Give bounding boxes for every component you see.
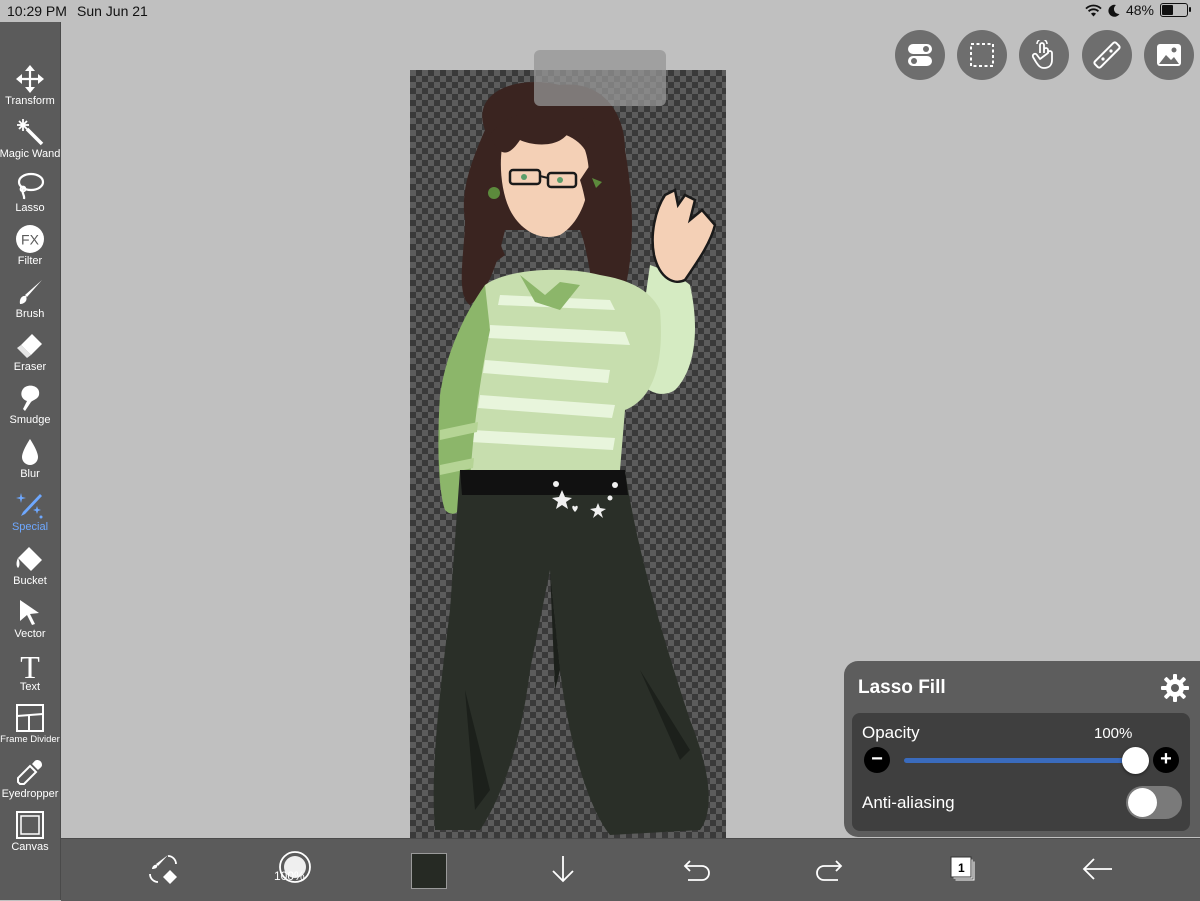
arrow-left-icon <box>1082 858 1112 880</box>
character-artwork <box>433 82 717 835</box>
tool-blur[interactable]: Blur <box>0 437 60 489</box>
canvas-icon <box>16 811 44 839</box>
panel-title: Lasso Fill <box>858 677 946 698</box>
tool-special[interactable]: Special <box>0 490 60 542</box>
frame-divider-icon <box>16 704 44 732</box>
brush-size-value: 100% <box>274 869 305 883</box>
magic-wand-icon <box>17 119 44 146</box>
battery-icon <box>1160 3 1191 17</box>
bucket-icon <box>16 547 42 571</box>
tool-brush[interactable]: Brush <box>0 277 60 329</box>
tool-transform[interactable]: Transform <box>0 64 60 116</box>
image-button[interactable] <box>1144 30 1194 80</box>
brush-icon <box>19 280 42 304</box>
status-indicators: 48% <box>1085 2 1191 18</box>
svg-text:T: T <box>20 650 40 680</box>
bottom-toolbar: 100% 1 <box>61 838 1200 901</box>
tool-lasso[interactable]: Lasso <box>0 171 60 223</box>
image-icon <box>1157 44 1181 66</box>
brush-eraser-swap-button[interactable] <box>143 849 183 889</box>
eraser-icon <box>17 334 42 358</box>
text-icon: T <box>20 650 40 680</box>
tool-vector[interactable]: Vector <box>0 597 60 649</box>
tool-eraser[interactable]: Eraser <box>0 330 60 382</box>
tool-label: Smudge <box>9 414 51 426</box>
ruler-button[interactable] <box>1082 30 1132 80</box>
brush-eraser-swap-icon <box>149 855 177 884</box>
opacity-value: 100% <box>1094 725 1133 742</box>
status-date: Sun Jun 21 <box>77 3 148 19</box>
tool-eyedropper[interactable]: Eyedropper <box>0 757 60 809</box>
smudge-icon <box>21 385 40 411</box>
redo-icon <box>816 860 843 881</box>
tool-canvas[interactable]: Canvas <box>0 810 60 862</box>
ruler-icon <box>1093 41 1121 69</box>
lasso-fill-panel: Lasso Fill Opacity 100% − + Anti-aliasin… <box>844 661 1200 837</box>
tool-label: Eyedropper <box>1 788 59 800</box>
tool-label: Filter <box>17 255 43 267</box>
canvas-move-handle[interactable] <box>534 50 666 106</box>
opacity-increase-button[interactable]: + <box>1153 747 1179 773</box>
arrow-down-icon <box>552 856 574 883</box>
layers-button[interactable]: 1 <box>943 849 983 889</box>
tool-smudge[interactable]: Smudge <box>0 383 60 435</box>
back-button[interactable] <box>1077 849 1117 889</box>
tool-label: Vector <box>14 628 46 640</box>
eyedropper-icon <box>17 760 42 785</box>
opacity-decrease-button[interactable]: − <box>864 747 890 773</box>
tool-filter[interactable]: FX Filter <box>0 224 60 276</box>
tool-label: Lasso <box>15 202 45 214</box>
tool-magic-wand[interactable]: Magic Wand <box>0 117 60 169</box>
tool-label: Canvas <box>11 841 49 853</box>
hand-icon <box>1031 40 1053 69</box>
tool-bucket[interactable]: Bucket <box>0 544 60 596</box>
opacity-label: Opacity <box>862 723 920 742</box>
layers-count: 1 <box>958 861 965 875</box>
vector-icon <box>20 600 39 625</box>
tool-sidebar: Transform Magic Wand Lasso FX Filter Bru… <box>0 22 61 900</box>
tool-label: Brush <box>15 308 45 320</box>
battery-percent: 48% <box>1125 2 1154 18</box>
panel-settings: Opacity 100% − + Anti-aliasing <box>852 713 1190 831</box>
transform-icon <box>16 65 44 93</box>
tool-label: Frame Divider <box>0 734 60 745</box>
filter-icon: FX <box>16 225 44 253</box>
tool-label: Transform <box>5 95 55 107</box>
tool-label: Eraser <box>13 361 47 373</box>
status-time: 10:29 PM <box>7 3 67 19</box>
status-bar: 10:29 PM Sun Jun 21 48% <box>0 0 1200 22</box>
tool-label: Bucket <box>13 575 47 587</box>
gear-icon[interactable] <box>1160 673 1190 703</box>
opacity-slider-thumb[interactable] <box>1122 747 1149 774</box>
lasso-icon <box>17 172 45 200</box>
drawing-canvas[interactable] <box>410 70 726 860</box>
tool-label: Special <box>11 521 49 533</box>
selection-icon <box>970 43 994 67</box>
opacity-slider[interactable] <box>904 758 1136 763</box>
tool-frame-divider[interactable]: Frame Divider <box>0 703 60 755</box>
wifi-icon <box>1085 4 1102 16</box>
toggle-button[interactable] <box>895 30 945 80</box>
tool-text[interactable]: T Text <box>0 650 60 702</box>
antialias-label: Anti-aliasing <box>862 793 955 812</box>
moon-icon <box>1108 4 1120 17</box>
tool-label: Blur <box>20 468 40 480</box>
hand-button[interactable] <box>1019 30 1069 80</box>
color-swatch[interactable] <box>411 853 447 889</box>
toggle-knob <box>1128 788 1157 817</box>
tool-label: Magic Wand <box>0 148 61 160</box>
special-icon <box>16 493 43 519</box>
selection-button[interactable] <box>957 30 1007 80</box>
undo-button[interactable] <box>677 849 717 889</box>
download-button[interactable] <box>543 849 583 889</box>
undo-icon <box>683 860 710 881</box>
redo-button[interactable] <box>809 849 849 889</box>
antialias-toggle[interactable] <box>1126 786 1182 819</box>
tool-label: Text <box>19 681 41 693</box>
blur-icon <box>22 439 38 465</box>
svg-text:FX: FX <box>21 232 40 248</box>
toggle-icon <box>908 44 932 66</box>
